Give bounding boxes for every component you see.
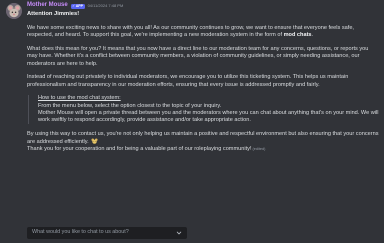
closing-line-1: By using this way to contact us, you're … [27,130,379,146]
author-name[interactable]: Mother Mouse [27,2,68,10]
steps-line-2: Mother Mouse will open a private thread … [38,109,379,124]
paragraph-intro-end: . [311,32,314,39]
topic-select[interactable]: What would you like to chat to us about? [27,227,187,239]
topic-select-placeholder: What would you like to chat to us about? [32,229,129,236]
message-header: Mother Mouse ✓ APP 04/11/2024 7:48 PM [27,2,379,10]
steps-blockquote: How to use the mod chat system: From the… [28,95,379,125]
steps-heading: How to use the mod chat system: [38,95,121,102]
mouse-emoji-icon [91,138,98,144]
timestamp[interactable]: 04/11/2024 7:48 PM [88,3,124,8]
steps-line-1: From the menu below, select the option c… [38,102,222,109]
mouse-avatar-icon [6,3,22,19]
message-content: Mother Mouse ✓ APP 04/11/2024 7:48 PM Att… [27,2,379,154]
paragraph-closing: By using this way to contact us, you're … [27,131,379,147]
closing-line-2-wrap: Thank you for your cooperation and for b… [27,146,379,153]
chevron-down-icon [176,231,182,235]
paragraph-what: What does this mean for you? It means th… [27,46,369,67]
paragraph-instead: Instead of reaching out privately to ind… [27,74,349,88]
message: Mother Mouse ✓ APP 04/11/2024 7:48 PM Att… [0,0,384,243]
closing-line-2: Thank you for your cooperation and for b… [27,146,252,153]
app-badge: ✓ APP [70,3,85,9]
paragraph-intro-bold: mod chats [283,32,312,39]
avatar[interactable] [6,3,22,19]
paragraph-intro: We have some exciting news to share with… [27,25,379,40]
edited-label: (edited) [252,147,266,152]
badge-label: APP [75,3,84,8]
message-title: Attention Jimmies! [27,11,80,17]
